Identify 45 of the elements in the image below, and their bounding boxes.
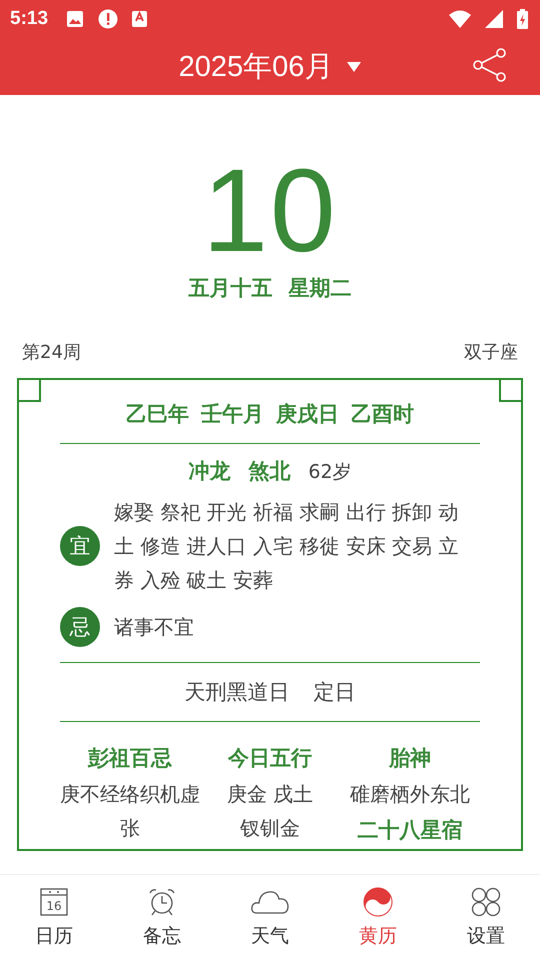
month-picker[interactable]: 2025年06月 bbox=[178, 46, 362, 86]
nav-tab[interactable]: 设置 bbox=[432, 875, 540, 960]
evil-direction: 煞北 bbox=[248, 458, 290, 485]
section-heading: 彭祖百忌 bbox=[88, 745, 172, 772]
status-time: 5:13 bbox=[10, 8, 48, 30]
clash-text: 冲龙 bbox=[188, 458, 230, 485]
alert-icon bbox=[98, 9, 118, 29]
nav-tab[interactable]: 备忘 bbox=[108, 875, 216, 960]
advice-badge: 宜 bbox=[60, 526, 100, 566]
ganzhi-text: 乙酉时 bbox=[351, 401, 414, 428]
lunar-date: 五月十五 bbox=[188, 275, 272, 302]
share-icon[interactable] bbox=[472, 48, 508, 82]
section-text: 庚不经络织机虚张 bbox=[59, 781, 201, 842]
section-heading: 胎神 bbox=[389, 745, 431, 772]
section-text: 钗钏金 bbox=[239, 815, 301, 842]
clash-age: 62岁 bbox=[308, 460, 352, 485]
nav-tab[interactable]: 黄历 bbox=[324, 875, 432, 960]
advice-text: 诸事不宜 bbox=[114, 614, 195, 641]
ganzhi-text: 乙巳年 bbox=[126, 401, 189, 428]
nav-tab[interactable]: 16 日历 bbox=[0, 875, 108, 960]
keyboard-icon bbox=[132, 10, 148, 28]
weekday: 星期二 bbox=[288, 275, 352, 302]
section-heading: 今日五行 bbox=[228, 745, 312, 772]
day-number: 10 bbox=[202, 152, 338, 270]
day-info: 定日 bbox=[314, 679, 356, 706]
image-icon bbox=[66, 10, 84, 28]
section-text: 庚金 戌土 bbox=[226, 781, 314, 808]
advice-badge: 忌 bbox=[60, 607, 100, 647]
signal-icon bbox=[485, 10, 503, 28]
week-number: 第24周 bbox=[22, 341, 81, 364]
wifi-icon bbox=[449, 10, 471, 28]
advice-text: 嫁娶 祭祀 开光 祈福 求嗣 出行 拆卸 动土 修造 进人口 入宅 移徙 安床 交易 立券 入殓 破土 安葬 bbox=[114, 499, 460, 594]
section-text: 碓磨栖外东北 bbox=[349, 781, 471, 808]
section-heading: 二十八星宿 bbox=[358, 817, 462, 844]
ganzhi-text: 庚戌日 bbox=[276, 401, 339, 428]
ganzhi-text: 壬午月 bbox=[201, 401, 264, 428]
alarm-clock-icon bbox=[147, 886, 177, 916]
nav-tab[interactable]: 天气 bbox=[216, 875, 324, 960]
four-circles-icon bbox=[471, 886, 501, 916]
day-info: 天刑黑道日 bbox=[184, 679, 290, 706]
zodiac-sign: 双子座 bbox=[464, 341, 518, 364]
calendar-icon: 16 bbox=[39, 886, 69, 916]
battery-icon bbox=[517, 9, 528, 29]
caret-icon bbox=[347, 62, 362, 72]
yin-yang-icon bbox=[363, 886, 393, 916]
